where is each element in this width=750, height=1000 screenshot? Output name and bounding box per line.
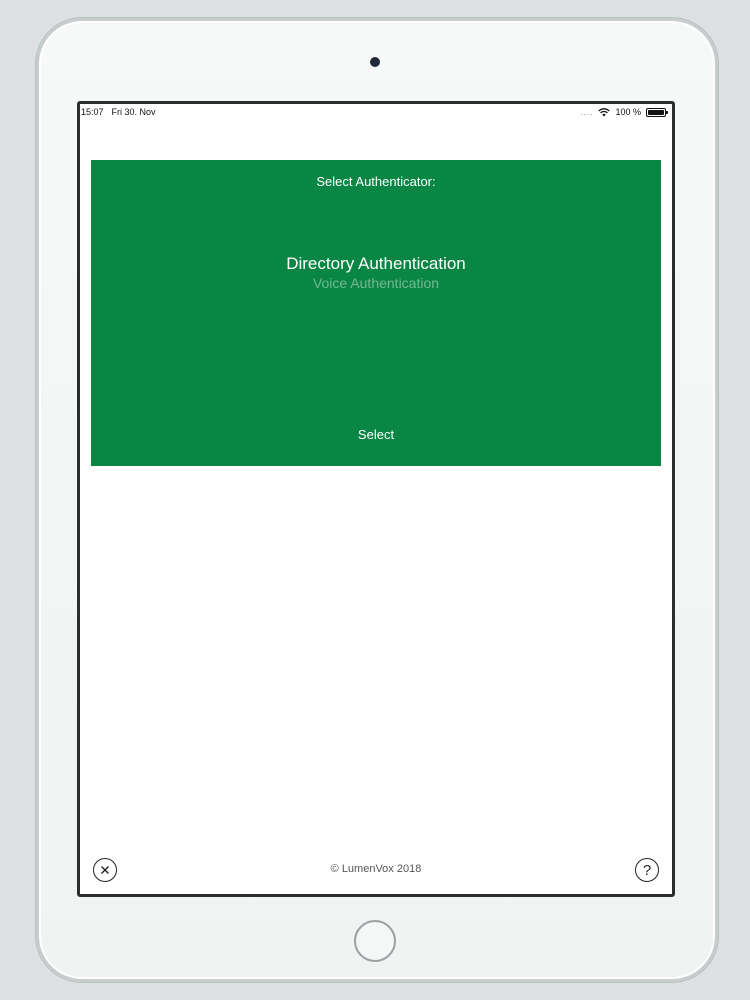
status-bar: 15:07 Fri 30. Nov .... 100 %	[80, 104, 672, 120]
picker-option[interactable]: Voice Authentication	[91, 275, 661, 291]
wifi-icon	[598, 107, 611, 116]
authenticator-panel: Select Authenticator: Directory Authenti…	[91, 160, 661, 466]
authenticator-picker[interactable]: Directory Authentication Voice Authentic…	[91, 250, 661, 340]
signal-indicator: ....	[580, 107, 594, 117]
picker-option-selected[interactable]: Directory Authentication	[91, 254, 661, 274]
battery-icon	[646, 107, 668, 117]
help-button[interactable]: ?	[635, 858, 659, 882]
status-date: Fri 30. Nov	[111, 107, 156, 117]
status-time: 15:07	[81, 107, 104, 117]
battery-percent: 100 %	[615, 107, 641, 117]
battery-fill	[648, 109, 664, 115]
panel-title: Select Authenticator:	[316, 174, 436, 189]
home-button[interactable]	[354, 920, 396, 962]
front-camera	[370, 57, 380, 67]
app-screen: 15:07 Fri 30. Nov .... 100 % Select Auth…	[77, 101, 675, 897]
help-circle-icon: ?	[642, 861, 652, 879]
select-button[interactable]: Select	[326, 422, 426, 446]
copyright-text: © LumenVox 2018	[330, 863, 422, 875]
